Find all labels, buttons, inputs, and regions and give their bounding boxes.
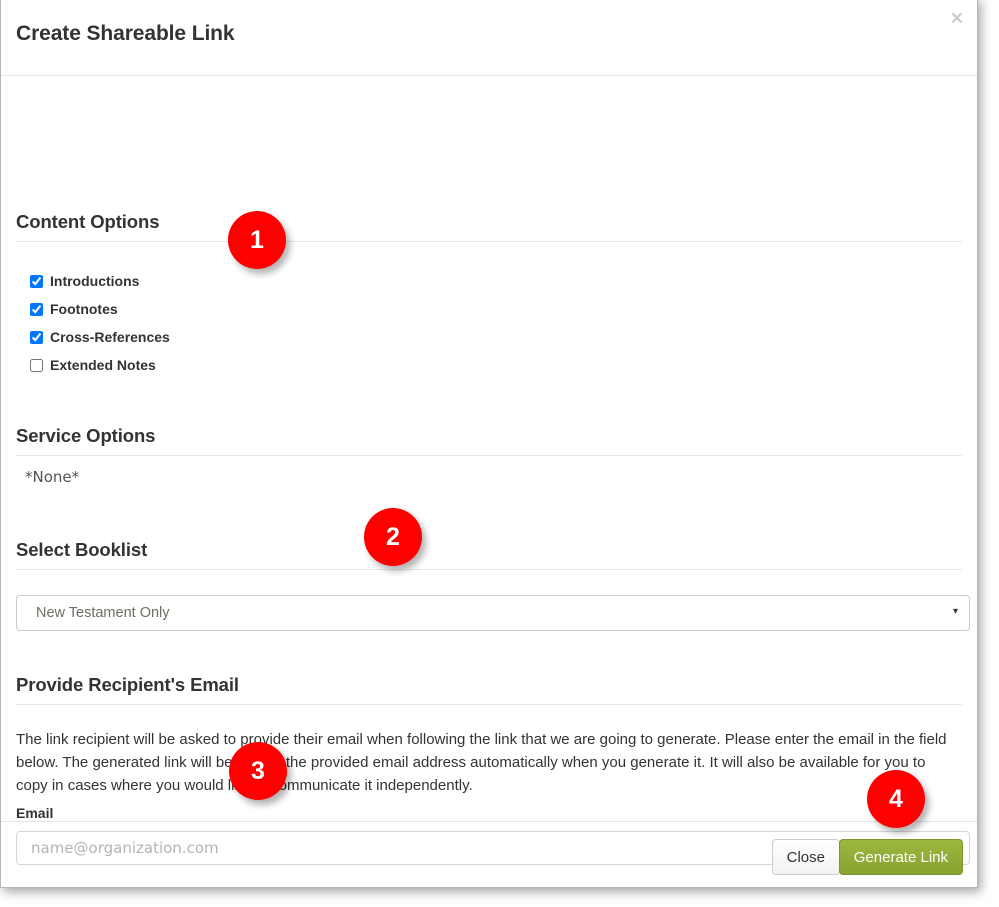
booklist-select[interactable]: New Testament Only (16, 595, 970, 631)
annotation-badge-4: 4 (867, 770, 925, 828)
checkbox-row-footnotes[interactable]: Footnotes (30, 295, 170, 323)
close-icon[interactable]: × (951, 8, 963, 29)
checkbox-label-cross-references[interactable]: Cross-References (50, 330, 170, 344)
email-section-heading: Provide Recipient's Email (16, 674, 239, 695)
checkbox-extended-notes[interactable] (30, 358, 43, 372)
checkbox-cross-references[interactable] (30, 330, 43, 344)
select-booklist-divider (16, 569, 962, 570)
checkbox-row-introductions[interactable]: Introductions (30, 267, 170, 295)
dialog-header: Create Shareable Link × (1, 0, 977, 76)
checkbox-introductions[interactable] (30, 274, 43, 288)
page-root: Create Shareable Link × Content Options … (0, 0, 999, 907)
email-description: The link recipient will be asked to prov… (16, 731, 947, 794)
generate-link-button[interactable]: Generate Link (838, 839, 963, 875)
checkbox-label-extended-notes[interactable]: Extended Notes (50, 358, 156, 372)
content-options-heading: Content Options (16, 211, 160, 232)
dialog-title: Create Shareable Link (16, 22, 235, 45)
annotation-badge-2: 2 (364, 508, 422, 566)
booklist-select-wrapper: New Testament Only ▾ (16, 595, 970, 631)
checkbox-label-footnotes[interactable]: Footnotes (50, 302, 118, 316)
checkbox-footnotes[interactable] (30, 302, 43, 316)
create-shareable-link-dialog: Create Shareable Link × Content Options … (0, 0, 978, 888)
checkbox-label-introductions[interactable]: Introductions (50, 274, 139, 288)
content-options-list: Introductions Footnotes Cross-References… (30, 267, 170, 379)
select-booklist-heading: Select Booklist (16, 539, 148, 560)
close-button[interactable]: Close (771, 839, 840, 875)
service-options-heading: Service Options (16, 425, 156, 446)
checkbox-row-cross-references[interactable]: Cross-References (30, 323, 170, 351)
email-section-divider (16, 704, 962, 705)
annotation-badge-3: 3 (229, 742, 287, 800)
annotation-badge-1: 1 (228, 211, 286, 269)
content-options-divider (16, 241, 962, 242)
service-options-value: *None* (25, 468, 80, 486)
dialog-footer: Close Generate Link (1, 821, 977, 887)
email-field-label: Email (16, 805, 54, 821)
service-options-divider (16, 455, 962, 456)
checkbox-row-extended-notes[interactable]: Extended Notes (30, 351, 170, 379)
